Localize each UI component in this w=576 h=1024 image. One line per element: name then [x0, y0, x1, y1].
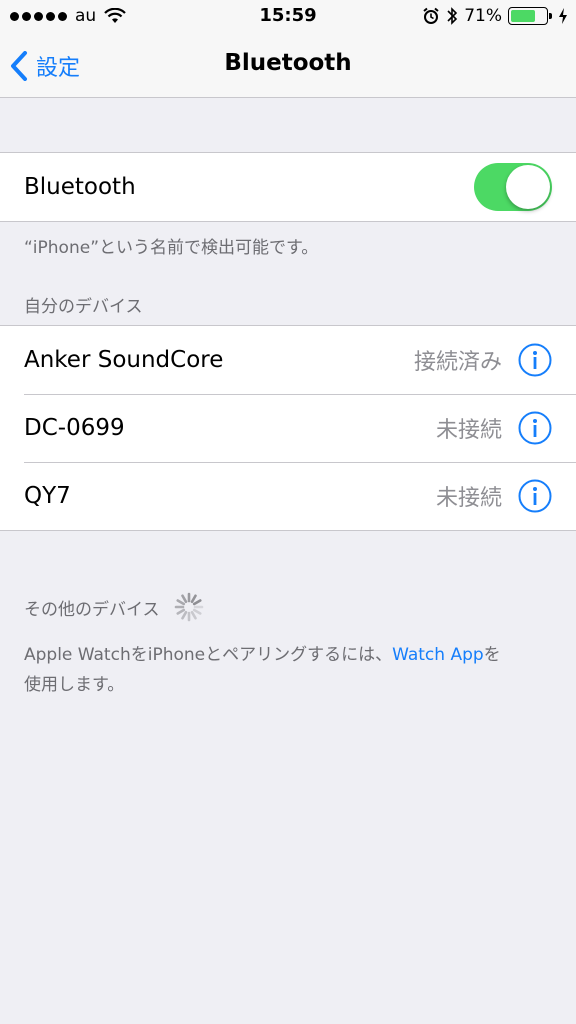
- status-right: 71%: [422, 5, 568, 27]
- watch-note-prefix: Apple WatchをiPhoneとペアリングするには、: [24, 645, 393, 665]
- battery-fill: [511, 10, 536, 22]
- battery-icon: [508, 7, 552, 25]
- other-devices-header-label: その他のデバイス: [24, 599, 160, 620]
- charging-icon: [559, 8, 567, 24]
- watch-pairing-note: Apple WatchをiPhoneとペアリングするには、Watch Appを …: [24, 640, 501, 700]
- device-name: Anker SoundCore: [24, 347, 224, 373]
- bluetooth-toggle-group: Bluetooth: [0, 152, 576, 222]
- status-bar: au 15:59 71%: [0, 0, 576, 34]
- watch-app-link[interactable]: Watch App: [392, 645, 484, 665]
- bluetooth-toggle-row: Bluetooth: [0, 153, 576, 221]
- device-status: 未接続: [435, 418, 502, 443]
- device-row-qy7[interactable]: QY7 未接続: [0, 462, 576, 530]
- watch-note-suffix: を: [483, 645, 501, 665]
- bluetooth-icon: [447, 7, 458, 25]
- info-icon[interactable]: [518, 411, 552, 445]
- watch-note-line2: 使用します。: [24, 675, 125, 695]
- info-icon[interactable]: [518, 479, 552, 513]
- device-row-dc0699[interactable]: DC-0699 未接続: [0, 394, 576, 462]
- my-devices-header: 自分のデバイス: [24, 297, 143, 317]
- device-status: 未接続: [435, 486, 502, 511]
- loading-spinner-icon: [174, 592, 203, 622]
- device-row-anker[interactable]: Anker SoundCore 接続済み: [0, 326, 576, 394]
- navigation-bar: 設定 Bluetooth: [0, 34, 576, 98]
- device-name: DC-0699: [24, 415, 125, 441]
- battery-percent: 71%: [464, 6, 502, 26]
- info-icon[interactable]: [518, 343, 552, 377]
- device-name: QY7: [24, 483, 71, 509]
- alarm-icon: [423, 7, 439, 24]
- bluetooth-switch[interactable]: [474, 163, 552, 211]
- top-bar: au 15:59 71% 設定 Bluetooth: [0, 0, 576, 98]
- my-devices-list: Anker SoundCore 接続済み DC-0699 未接続 QY7 未接続: [0, 325, 576, 531]
- switch-knob: [506, 165, 550, 209]
- device-status: 接続済み: [413, 350, 502, 375]
- page-title: Bluetooth: [224, 50, 352, 76]
- other-devices-header: その他のデバイス: [24, 592, 204, 622]
- discoverable-note: “iPhone”という名前で検出可能です。: [24, 238, 319, 258]
